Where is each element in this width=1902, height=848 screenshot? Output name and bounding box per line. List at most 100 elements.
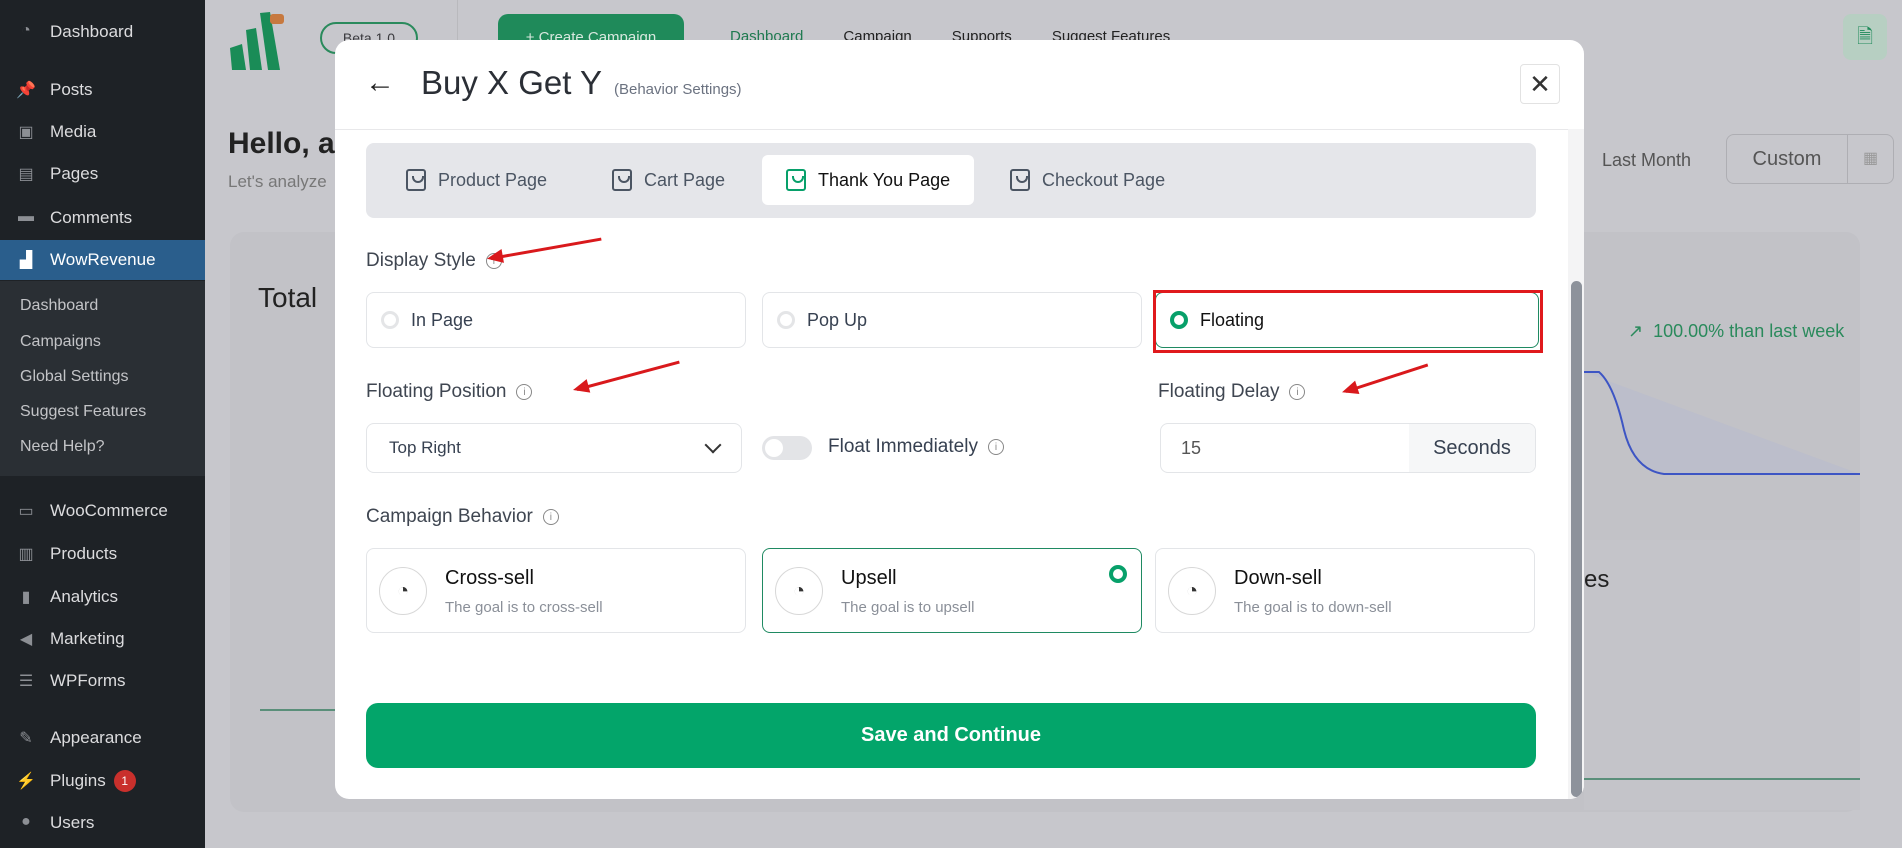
sidebar-item-label: Pages: [50, 164, 99, 183]
label-text: Float Immediately: [828, 436, 978, 457]
submenu-item[interactable]: Campaigns: [20, 333, 101, 351]
sidebar-item-users[interactable]: ● Users: [0, 803, 205, 843]
sidebar-item-marketing[interactable]: ◀ Marketing: [0, 619, 205, 659]
pages-icon: ▤: [18, 166, 34, 183]
calendar-icon: ▦: [1847, 135, 1893, 183]
submenu-item[interactable]: Suggest Features: [20, 403, 146, 421]
archive-icon: ▥: [18, 546, 34, 563]
tab-checkout-page[interactable]: Checkout Page: [986, 155, 1189, 205]
shopping-bag-icon: [406, 169, 426, 191]
sidebar-item-products[interactable]: ▥ Products: [0, 534, 205, 574]
tab-thank-you-page[interactable]: Thank You Page: [762, 155, 975, 205]
label-text: Campaign Behavior: [366, 506, 533, 527]
header-divider: [335, 129, 1584, 130]
plug-icon: ⚡: [16, 773, 36, 790]
chevron-down-icon: [704, 436, 722, 454]
behavior-settings-modal: ← Buy X Get Y (Behavior Settings) ✕ Prod…: [335, 40, 1584, 799]
label-text: Display Style: [366, 250, 476, 271]
sidebar-item-comments[interactable]: ▬ Comments: [0, 198, 205, 238]
last-month-filter[interactable]: Last Month: [1602, 150, 1691, 171]
sidebar-item-label: Posts: [50, 80, 93, 99]
delay-value[interactable]: 15: [1161, 424, 1409, 472]
woo-icon: ▭: [18, 503, 34, 520]
behavior-title: Down-sell: [1234, 567, 1322, 589]
sidebar-item-label: WPForms: [50, 671, 126, 690]
floating-position-label: Floating Position i: [366, 381, 533, 403]
line-chart-fragment: [1584, 371, 1860, 475]
info-icon[interactable]: i: [1289, 384, 1306, 400]
option-label: Pop Up: [807, 309, 868, 330]
wowrevenue-icon: ▟: [19, 252, 33, 269]
campaign-behavior-label: Campaign Behavior i: [366, 506, 559, 528]
behavior-title: Upsell: [841, 567, 897, 589]
floating-position-select[interactable]: Top Right: [366, 423, 742, 473]
floating-delay-input[interactable]: 15 Seconds: [1160, 423, 1536, 473]
campaign-behavior-cross-sell[interactable]: ◔ Cross-sell The goal is to cross-sell: [366, 548, 746, 633]
info-icon[interactable]: i: [516, 384, 533, 400]
brush-icon: ✎: [19, 730, 33, 747]
back-arrow-icon[interactable]: ←: [365, 66, 395, 100]
submenu-item[interactable]: Need Help?: [20, 438, 105, 456]
tab-label: Checkout Page: [1042, 169, 1166, 190]
trend-up-icon: ↗: [1628, 321, 1644, 341]
sidebar-item-label: Appearance: [50, 728, 142, 747]
float-immediately-toggle[interactable]: [762, 436, 812, 460]
selected-radio-icon: [1109, 565, 1127, 583]
submenu-item[interactable]: Global Settings: [20, 368, 129, 386]
label-text: Floating Delay: [1158, 381, 1280, 402]
docs-button[interactable]: 🗎: [1843, 14, 1887, 60]
sidebar-item-appearance[interactable]: ✎ Appearance: [0, 718, 205, 758]
tab-label: Thank You Page: [818, 169, 951, 190]
campaign-behavior-upsell[interactable]: ◔ Upsell The goal is to upsell: [762, 548, 1142, 633]
total-heading: Total: [258, 282, 318, 313]
chart-baseline: [260, 709, 335, 711]
chart-baseline: [1584, 778, 1860, 780]
submenu-item[interactable]: Dashboard: [20, 297, 98, 315]
radio-icon: [777, 311, 795, 329]
sidebar-item-woocommerce[interactable]: ▭ WooCommerce: [0, 491, 205, 531]
sidebar-item-label: Comments: [50, 208, 133, 227]
shopping-bag-icon: [612, 169, 632, 191]
sidebar-item-wpforms[interactable]: ☰ WPForms: [0, 661, 205, 701]
sidebar-item-label: Plugins: [50, 771, 106, 790]
sidebar-item-label: Users: [50, 813, 95, 832]
shopping-bag-icon: [786, 169, 806, 191]
megaphone-icon: ◀: [19, 631, 33, 648]
custom-date-filter[interactable]: Custom ▦: [1726, 134, 1894, 184]
sidebar-item-media[interactable]: ▣ Media: [0, 112, 205, 152]
sidebar-item-dashboard[interactable]: ◔ Dashboard: [0, 12, 205, 52]
display-style-option[interactable]: In Page: [366, 292, 746, 348]
sidebar-item-wowrevenue[interactable]: ▟ WowRevenue: [0, 240, 205, 280]
info-icon[interactable]: i: [542, 509, 559, 525]
sidebar-item-posts[interactable]: 📌 Posts: [0, 70, 205, 110]
bar-chart-icon: ▮: [21, 589, 31, 606]
pin-icon: 📌: [16, 82, 36, 99]
floating-delay-label: Floating Delay i: [1158, 381, 1306, 403]
sidebar-item-label: Marketing: [50, 629, 125, 648]
close-button[interactable]: ✕: [1520, 64, 1560, 104]
page-tabs: Product Page Cart Page Thank You Page Check…: [366, 143, 1536, 218]
tab-cart-page[interactable]: Cart Page: [588, 155, 749, 205]
tab-product-page[interactable]: Product Page: [382, 155, 571, 205]
campaign-behavior-down-sell[interactable]: ◔ Down-sell The goal is to down-sell: [1155, 548, 1535, 633]
scrollbar-thumb[interactable]: [1571, 281, 1582, 797]
update-count-badge: 1: [113, 770, 136, 792]
sidebar-item-analytics[interactable]: ▮ Analytics: [0, 577, 205, 617]
label-text: Floating Position: [366, 381, 507, 402]
info-icon[interactable]: i: [987, 439, 1004, 455]
user-icon: ●: [21, 813, 31, 830]
sidebar-item-plugins[interactable]: ⚡ Plugins 1: [0, 761, 205, 801]
campaign-title: Buy X Get Y: [421, 64, 602, 101]
tab-label: Cart Page: [644, 169, 726, 190]
modal-subtitle: (Behavior Settings): [613, 81, 742, 98]
sidebar-item-label: Dashboard: [50, 22, 134, 41]
option-label: In Page: [411, 309, 474, 330]
sidebar-item-pages[interactable]: ▤ Pages: [0, 154, 205, 194]
display-style-option[interactable]: Pop Up: [762, 292, 1142, 348]
annotation-arrow: [1345, 363, 1429, 393]
form-icon: ☰: [18, 673, 34, 690]
wowrevenue-logo: [228, 8, 290, 70]
greeting: Hello, a: [228, 127, 335, 160]
custom-label: Custom: [1752, 148, 1822, 170]
save-and-continue-button[interactable]: Save and Continue: [366, 703, 1536, 768]
